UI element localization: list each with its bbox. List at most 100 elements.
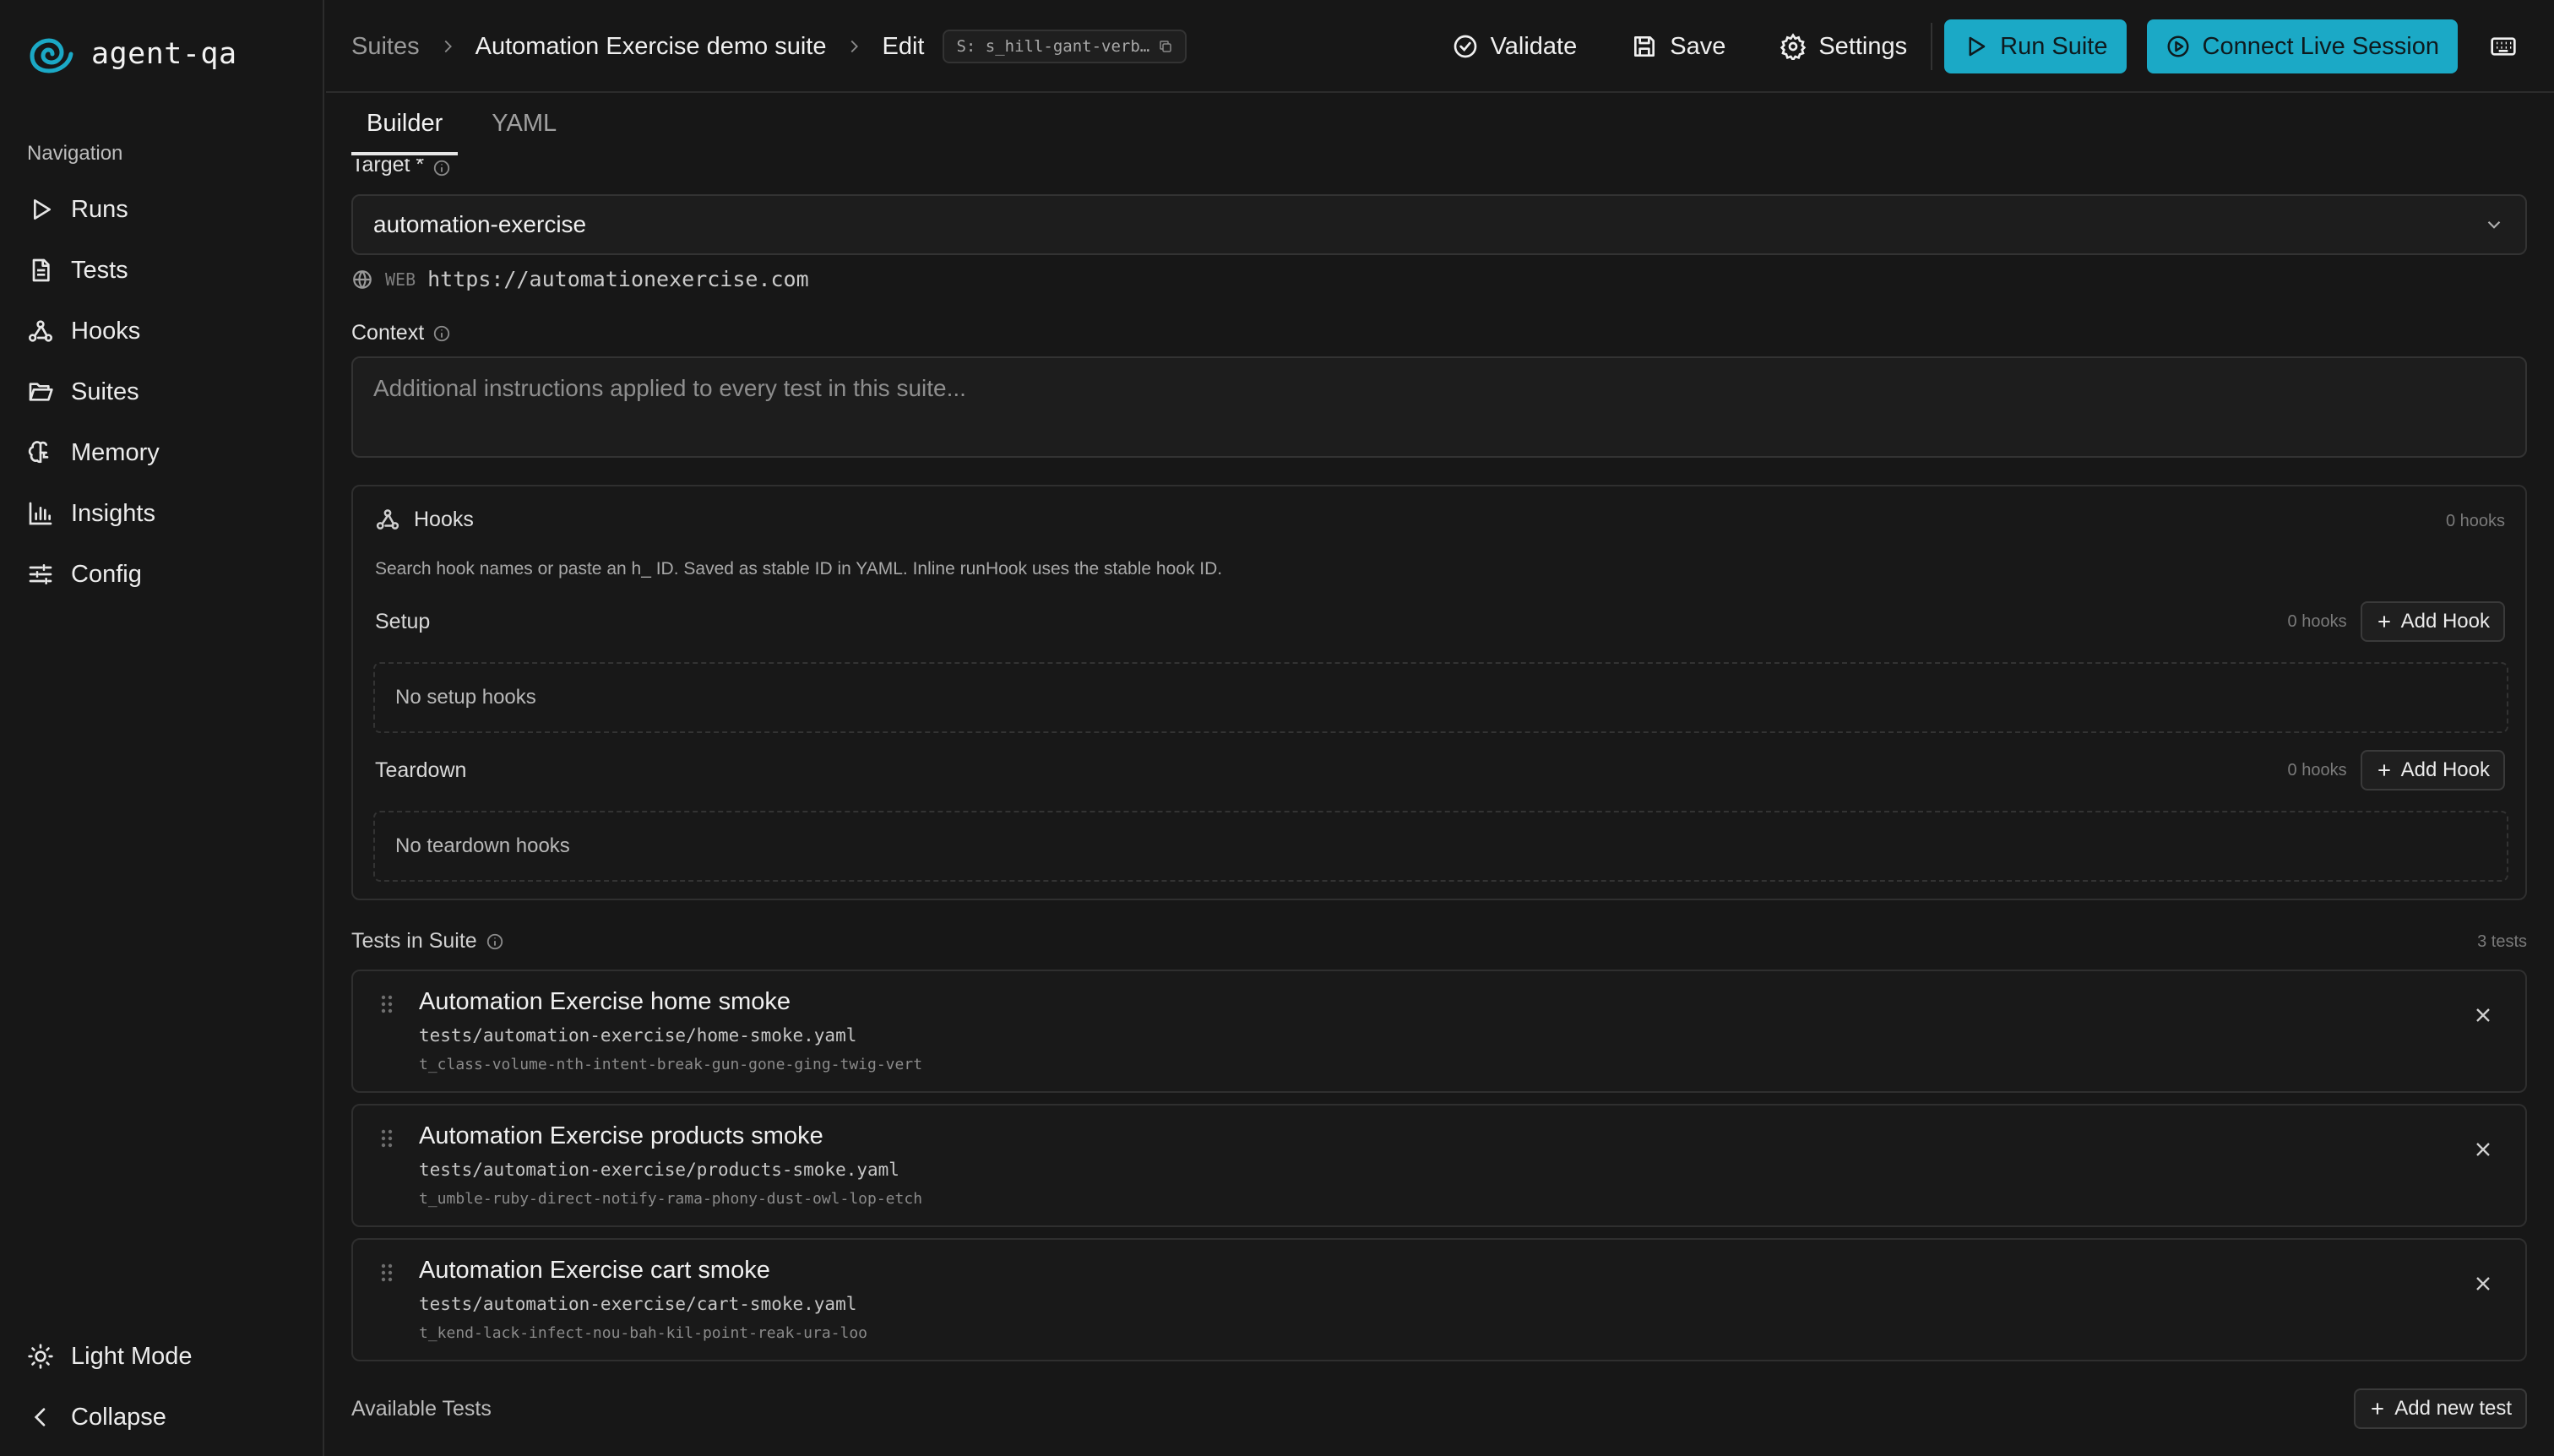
- sidebar-item-config[interactable]: Config: [27, 544, 297, 605]
- add-setup-hook-button[interactable]: Add Hook: [2360, 601, 2505, 642]
- test-path: tests/automation-exercise/cart-smoke.yam…: [419, 1294, 857, 1314]
- drag-handle-icon[interactable]: [378, 1127, 395, 1149]
- teardown-count: 0 hooks: [2287, 760, 2347, 780]
- target-type: WEB: [385, 269, 416, 290]
- suite-id-chip[interactable]: S: s_hill-gant-verb…: [943, 30, 1187, 63]
- remove-test-close-icon[interactable]: [2471, 1003, 2495, 1027]
- test-card[interactable]: Automation Exercise products smoke tests…: [351, 1104, 2527, 1227]
- available-tests-label: Available Tests: [351, 1397, 492, 1421]
- bar-chart-icon: [27, 500, 54, 527]
- light-mode-label: Light Mode: [71, 1342, 193, 1370]
- run-suite-label: Run Suite: [2000, 32, 2108, 60]
- test-id: t_class-volume-nth-intent-break-gun-gone…: [419, 1056, 923, 1073]
- connect-live-session-button[interactable]: Connect Live Session: [2146, 19, 2458, 73]
- play-icon: [1963, 34, 1988, 59]
- hooks-panel: Hooks 0 hooks Search hook names or paste…: [351, 485, 2527, 900]
- breadcrumb: Suites Automation Exercise demo suite Ed…: [351, 0, 1187, 93]
- settings-button[interactable]: Settings: [1768, 19, 1919, 73]
- test-card[interactable]: Automation Exercise home smoke tests/aut…: [351, 970, 2527, 1093]
- target-url: https://automationexercise.com: [427, 267, 809, 291]
- test-title: Automation Exercise home smoke: [419, 988, 791, 1015]
- sidebar-item-label: Memory: [71, 438, 160, 466]
- brain-icon: [27, 439, 54, 466]
- teardown-label: Teardown: [375, 758, 467, 782]
- save-button[interactable]: Save: [1619, 19, 1737, 73]
- chevron-left-icon: [27, 1404, 54, 1431]
- teardown-actions: 0 hooks Add Hook: [2288, 750, 2505, 790]
- add-teardown-hook-button[interactable]: Add Hook: [2360, 750, 2505, 790]
- header-divider: [1931, 23, 1933, 70]
- app-logo[interactable]: agent-qa: [27, 34, 237, 74]
- play-icon: [27, 196, 54, 223]
- setup-hooks-empty: No setup hooks: [373, 662, 2508, 733]
- sidebar-item-suites[interactable]: Suites: [27, 361, 297, 422]
- add-hook-label: Add Hook: [2400, 758, 2490, 781]
- test-path: tests/automation-exercise/products-smoke…: [419, 1160, 899, 1180]
- chevron-down-icon: [2483, 214, 2505, 236]
- context-label: Context: [351, 321, 451, 345]
- settings-label: Settings: [1818, 32, 1908, 60]
- plus-icon: [2376, 613, 2393, 630]
- test-title: Automation Exercise products smoke: [419, 1122, 823, 1149]
- hooks-count: 0 hooks: [2445, 512, 2505, 530]
- target-label: Target *: [351, 159, 451, 177]
- sidebar-item-tests[interactable]: Tests: [27, 240, 297, 301]
- target-url-row: WEB https://automationexercise.com: [351, 267, 809, 291]
- remove-test-close-icon[interactable]: [2471, 1138, 2495, 1161]
- light-mode-toggle[interactable]: Light Mode: [27, 1326, 297, 1387]
- validate-button[interactable]: Validate: [1440, 19, 1589, 73]
- remove-test-close-icon[interactable]: [2471, 1272, 2495, 1296]
- teardown-empty-text: No teardown hooks: [395, 834, 570, 857]
- add-new-test-label: Add new test: [2394, 1397, 2512, 1420]
- info-icon: [432, 324, 451, 343]
- sidebar-item-hooks[interactable]: Hooks: [27, 301, 297, 361]
- test-card[interactable]: Automation Exercise cart smoke tests/aut…: [351, 1238, 2527, 1361]
- sidebar-item-memory[interactable]: Memory: [27, 422, 297, 483]
- drag-handle-icon[interactable]: [378, 993, 395, 1015]
- breadcrumb-suite-name[interactable]: Automation Exercise demo suite: [475, 33, 827, 61]
- tests-in-suite-label: Tests in Suite: [351, 929, 504, 953]
- tab-yaml[interactable]: YAML: [476, 95, 572, 155]
- play-circle-icon: [2165, 34, 2191, 59]
- setup-count: 0 hooks: [2287, 611, 2347, 631]
- chevron-right-icon: [438, 37, 457, 56]
- hooks-title: Hooks: [414, 507, 474, 531]
- context-textarea[interactable]: Additional instructions applied to every…: [351, 356, 2527, 458]
- editor-tabs: Builder YAML: [351, 95, 572, 155]
- setup-label: Setup: [375, 610, 431, 633]
- check-circle-icon: [1452, 33, 1479, 60]
- sidebar-item-runs[interactable]: Runs: [27, 179, 297, 240]
- context-label-text: Context: [351, 321, 425, 345]
- run-suite-button[interactable]: Run Suite: [1944, 19, 2127, 73]
- plus-icon: [2376, 762, 2393, 779]
- setup-empty-text: No setup hooks: [395, 686, 536, 709]
- add-new-test-button[interactable]: Add new test: [2354, 1388, 2527, 1429]
- sidebar-item-insights[interactable]: Insights: [27, 483, 297, 544]
- copy-icon[interactable]: [1158, 39, 1173, 54]
- target-select[interactable]: automation-exercise: [351, 194, 2527, 255]
- target-label-text: Target *: [351, 159, 425, 177]
- tests-in-suite-title: Tests in Suite: [351, 929, 477, 953]
- globe-icon: [351, 269, 373, 291]
- plus-icon: [2369, 1400, 2386, 1417]
- tab-builder[interactable]: Builder: [351, 95, 459, 155]
- target-select-value: automation-exercise: [373, 211, 587, 237]
- nav-list: Runs Tests Hooks Suites Memory Insights …: [27, 179, 297, 605]
- breadcrumb-suites[interactable]: Suites: [351, 33, 420, 61]
- info-icon: [486, 932, 504, 951]
- collapse-button[interactable]: Collapse: [27, 1387, 297, 1448]
- nav-heading: Navigation: [27, 142, 123, 165]
- info-icon: [432, 159, 451, 177]
- hooks-header: Hooks: [375, 507, 474, 532]
- sidebar-item-label: Runs: [71, 195, 128, 223]
- save-icon: [1631, 33, 1658, 60]
- setup-actions: 0 hooks Add Hook: [2288, 601, 2505, 642]
- sidebar-item-label: Tests: [71, 256, 128, 284]
- gear-icon: [1780, 33, 1807, 60]
- drag-handle-icon[interactable]: [378, 1262, 395, 1284]
- keyboard-shortcuts-button[interactable]: [2478, 19, 2529, 73]
- app-name: agent-qa: [91, 37, 237, 71]
- collapse-label: Collapse: [71, 1403, 166, 1431]
- test-path: tests/automation-exercise/home-smoke.yam…: [419, 1025, 857, 1046]
- header-actions: Validate Save Settings Run Suite Connect…: [1440, 0, 2554, 93]
